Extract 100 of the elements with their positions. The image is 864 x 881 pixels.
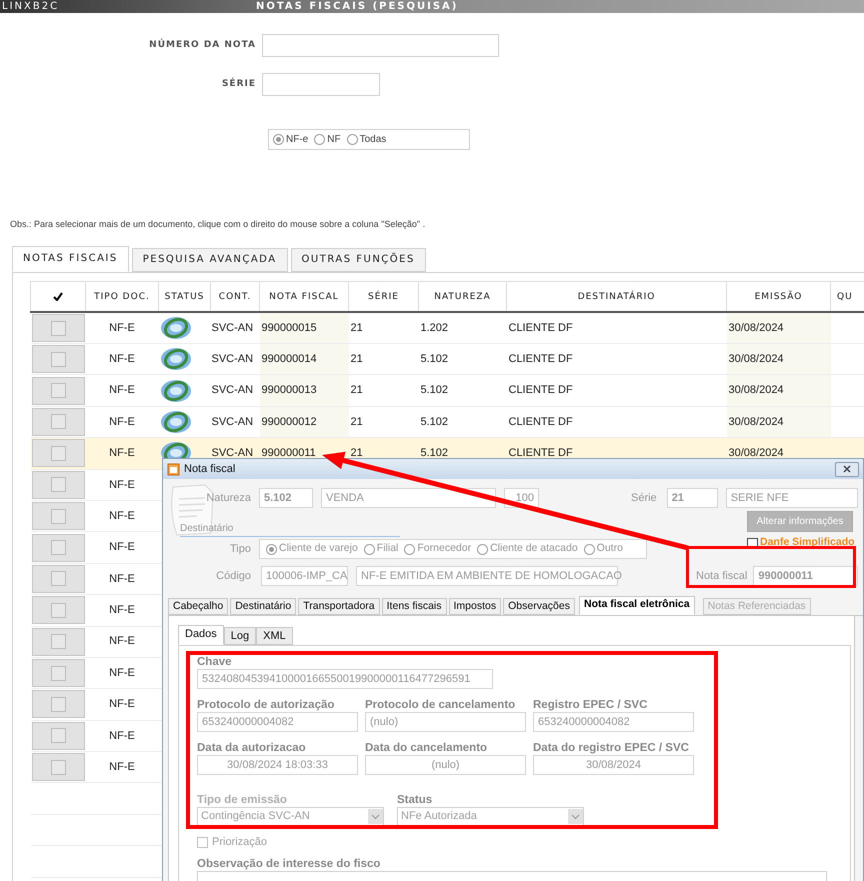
tab[interactable]: Cabeçalho xyxy=(168,598,228,615)
table-cell: CLIENTE DF xyxy=(508,416,573,428)
column-header[interactable]: DESTINATÁRIO xyxy=(578,292,656,302)
table-cell: NF-E xyxy=(109,352,135,365)
input-field[interactable] xyxy=(262,34,499,57)
radio-button[interactable] xyxy=(364,544,375,554)
table-cell: NF-E xyxy=(109,730,135,742)
column-header[interactable]: QU xyxy=(837,292,853,302)
column-header[interactable]: NATUREZA xyxy=(434,292,491,302)
table-row[interactable]: NF-E SVC-AN 990000015 21 1.202 CLIENTE DF 30/08/2024 xyxy=(30,312,864,344)
table-cell: NF-E xyxy=(109,761,135,774)
table-cell: 21 xyxy=(350,384,363,396)
row-checkbox[interactable] xyxy=(32,690,84,718)
row-checkbox[interactable] xyxy=(32,534,84,562)
tab[interactable]: Dados xyxy=(178,625,224,645)
row-checkbox[interactable] xyxy=(32,628,84,656)
status-icon xyxy=(158,315,192,341)
radio-label: Todas xyxy=(360,133,386,147)
field-label: Protocolo de cancelamento xyxy=(365,698,516,712)
table-cell: 5.102 xyxy=(420,447,448,460)
column-header[interactable]: SÉRIE xyxy=(368,292,399,302)
column-header[interactable]: TIPO DOC. xyxy=(94,292,150,302)
column-header[interactable]: CONT. xyxy=(218,292,252,302)
field-label: Data da autorizacao xyxy=(197,741,307,755)
tab[interactable]: XML xyxy=(256,627,293,645)
status-icon xyxy=(158,378,192,404)
row-checkbox[interactable] xyxy=(32,470,84,499)
row-checkbox[interactable] xyxy=(32,564,84,593)
tab[interactable]: Impostos xyxy=(448,598,502,615)
tab[interactable]: Itens fiscais xyxy=(382,598,446,615)
row-checkbox[interactable] xyxy=(32,659,84,688)
row-checkbox[interactable] xyxy=(32,314,84,342)
table-cell: 5.102 xyxy=(420,384,448,396)
radio-button[interactable] xyxy=(314,134,326,145)
radio-label: Filial xyxy=(376,541,398,556)
table-row[interactable]: NF-E SVC-AN 990000014 21 5.102 CLIENTE DF 30/08/2024 xyxy=(30,344,864,375)
check-icon xyxy=(53,292,63,301)
tab[interactable]: NOTAS FISCAIS xyxy=(12,246,129,272)
radio-button[interactable] xyxy=(584,544,595,554)
tab[interactable]: PESQUISA AVANÇADA xyxy=(132,248,288,272)
row-checkbox[interactable] xyxy=(32,753,84,782)
radio-button[interactable] xyxy=(266,544,277,554)
field-label: SÉRIE xyxy=(220,78,257,91)
field-label: Série xyxy=(631,490,657,506)
table-cell: NF-E xyxy=(109,384,135,396)
field-label: Código xyxy=(215,568,251,584)
tab[interactable]: Destinatário xyxy=(230,598,296,615)
checkbox[interactable] xyxy=(197,836,208,848)
checkbox-label: Danfe Simplificado xyxy=(760,535,855,550)
table-cell: 990000011 xyxy=(262,447,316,460)
field-label: Data do registro EPEC / SVC xyxy=(533,741,690,755)
radio-button[interactable] xyxy=(346,134,358,145)
caret-icon xyxy=(368,809,383,824)
table-cell: NF-E xyxy=(109,416,135,428)
tab[interactable]: Observações xyxy=(503,598,575,615)
table-cell: 21 xyxy=(350,322,363,334)
table-cell: CLIENTE DF xyxy=(508,322,573,334)
table-row[interactable]: NF-E SVC-AN 990000012 21 5.102 CLIENTE DF 30/08/2024 xyxy=(30,406,864,438)
table-cell: SVC-AN xyxy=(212,322,254,334)
table-row[interactable]: NF-E SVC-AN 990000013 21 5.102 CLIENTE DF 30/08/2024 xyxy=(30,374,864,406)
radio-label: Fornecedor xyxy=(417,541,472,556)
column-header[interactable]: NOTA FISCAL xyxy=(269,292,339,302)
field-label: Registro EPEC / SVC xyxy=(533,698,648,712)
radio-label: Cliente de varejo xyxy=(279,541,358,556)
table-cell: 21 xyxy=(350,352,363,365)
row-checkbox[interactable] xyxy=(32,596,84,624)
field-label: Observação de interesse do fisco xyxy=(197,856,382,870)
table-cell: 21 xyxy=(350,447,363,460)
note-text: Obs.: Para selecionar mais de um documento, clique com o direito do mouse sobre a coluna "Seleção" . xyxy=(10,218,426,231)
field-label: Status xyxy=(397,793,434,807)
table-cell: 990000012 xyxy=(262,416,317,428)
radio-label: NF xyxy=(327,133,341,147)
table-cell: NF-E xyxy=(109,635,135,648)
checkbox-label: Priorização xyxy=(212,835,268,850)
app-name: LINXB2C xyxy=(1,2,60,12)
tab[interactable]: OUTRAS FUNÇÕES xyxy=(290,248,426,272)
page-title: NOTAS FISCAIS (PESQUISA) xyxy=(256,2,458,12)
table-cell: CLIENTE DF xyxy=(508,352,573,365)
radio-button[interactable] xyxy=(477,544,488,554)
table-cell: 1.202 xyxy=(420,322,448,334)
table-cell: SVC-AN xyxy=(212,384,254,396)
close-button[interactable] xyxy=(835,462,859,476)
row-checkbox[interactable] xyxy=(32,502,84,530)
row-checkbox[interactable] xyxy=(32,345,84,374)
column-header[interactable]: EMISSÃO xyxy=(754,292,802,302)
column-header[interactable]: STATUS xyxy=(164,292,204,302)
row-checkbox[interactable] xyxy=(32,722,84,750)
row-checkbox[interactable] xyxy=(32,439,84,468)
radio-button[interactable] xyxy=(404,544,416,554)
document-icon xyxy=(167,462,180,476)
tab[interactable]: Transportadora xyxy=(298,598,380,615)
row-checkbox[interactable] xyxy=(32,408,84,436)
input-field[interactable] xyxy=(262,73,380,96)
radio-button[interactable] xyxy=(273,134,284,145)
table-cell: 5.102 xyxy=(420,416,448,428)
tab[interactable]: Log xyxy=(224,627,256,645)
row-checkbox[interactable] xyxy=(32,376,84,405)
table-cell: NF-E xyxy=(109,322,135,334)
close-icon xyxy=(843,465,851,473)
tab[interactable]: Nota fiscal eletrônica xyxy=(578,596,695,615)
